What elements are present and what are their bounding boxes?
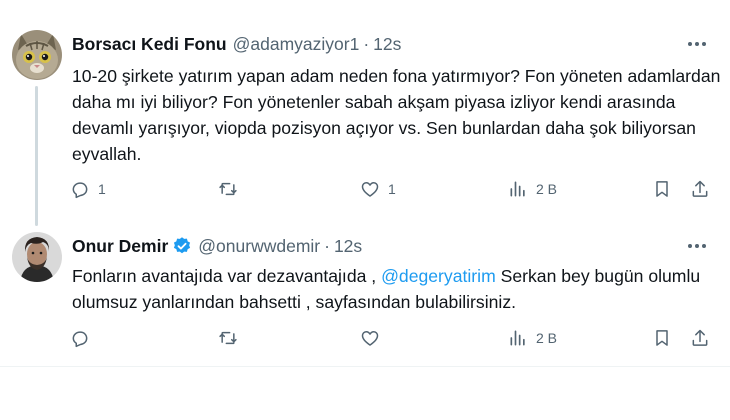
views-button[interactable]: 2 B bbox=[508, 176, 557, 202]
author-name[interactable]: Borsacı Kedi Fonu bbox=[72, 34, 227, 55]
thread-line bbox=[35, 86, 38, 226]
heart-icon bbox=[361, 182, 379, 197]
tweet[interactable]: Borsacı Kedi Fonu @adamyaziyor1 · 12s 10… bbox=[0, 18, 730, 226]
reply-button[interactable] bbox=[70, 325, 98, 351]
heart-icon bbox=[361, 331, 379, 346]
views-count: 2 B bbox=[536, 181, 558, 197]
bookmark-icon bbox=[656, 181, 668, 197]
like-button[interactable] bbox=[360, 325, 388, 351]
views-count: 2 B bbox=[536, 330, 558, 346]
verified-badge-icon bbox=[172, 236, 192, 256]
tweet[interactable]: Onur Demir @onurwwdemir · 12s Fonların a… bbox=[0, 225, 730, 365]
share-button[interactable] bbox=[690, 176, 710, 202]
reply-icon bbox=[72, 182, 88, 199]
reply-icon bbox=[72, 331, 88, 348]
avatar[interactable] bbox=[12, 232, 62, 282]
share-icon bbox=[692, 329, 708, 346]
author-handle[interactable]: @adamyaziyor1 bbox=[233, 34, 360, 55]
views-button[interactable]: 2 B bbox=[508, 325, 557, 351]
more-options-icon[interactable] bbox=[684, 33, 710, 55]
author-handle[interactable]: @onurwwdemir bbox=[198, 236, 320, 257]
reply-count: 1 bbox=[98, 181, 106, 197]
bookmark-button[interactable] bbox=[652, 325, 672, 351]
avatar[interactable] bbox=[12, 30, 62, 80]
timestamp[interactable]: 12s bbox=[373, 34, 401, 55]
separator: · bbox=[324, 235, 330, 256]
cat-avatar-icon bbox=[12, 30, 62, 80]
tweet-text-start: Fonların avantajıda var dezavantajıda , bbox=[72, 266, 382, 286]
action-bar: 2 B bbox=[70, 325, 720, 351]
retweet-button[interactable] bbox=[218, 325, 246, 351]
like-count: 1 bbox=[388, 181, 396, 197]
timestamp[interactable]: 12s bbox=[334, 236, 362, 257]
retweet-button[interactable] bbox=[218, 176, 246, 202]
reply-button[interactable]: 1 bbox=[70, 176, 106, 202]
like-button[interactable]: 1 bbox=[360, 176, 396, 202]
divider bbox=[0, 366, 730, 367]
tweet-header: Onur Demir @onurwwdemir · 12s bbox=[72, 235, 362, 257]
views-chart-icon bbox=[510, 181, 525, 197]
mention-link[interactable]: @degeryatirim bbox=[381, 266, 496, 286]
tweet-text: Fonların avantajıda var dezavantajıda , … bbox=[72, 263, 722, 315]
more-options-icon[interactable] bbox=[684, 235, 710, 257]
retweet-icon bbox=[219, 331, 237, 345]
tweet-text: 10-20 şirkete yatırım yapan adam neden f… bbox=[72, 66, 721, 164]
person-avatar-icon bbox=[12, 232, 62, 282]
separator: · bbox=[363, 33, 370, 54]
tweet-header: Borsacı Kedi Fonu @adamyaziyor1 · 12s bbox=[72, 33, 401, 55]
bookmark-button[interactable] bbox=[652, 176, 672, 202]
retweet-icon bbox=[219, 182, 237, 196]
bookmark-icon bbox=[656, 330, 668, 346]
action-bar: 1 1 2 B bbox=[70, 176, 720, 202]
views-chart-icon bbox=[510, 330, 525, 346]
share-button[interactable] bbox=[690, 325, 710, 351]
author-name[interactable]: Onur Demir bbox=[72, 236, 168, 257]
share-icon bbox=[692, 180, 708, 197]
